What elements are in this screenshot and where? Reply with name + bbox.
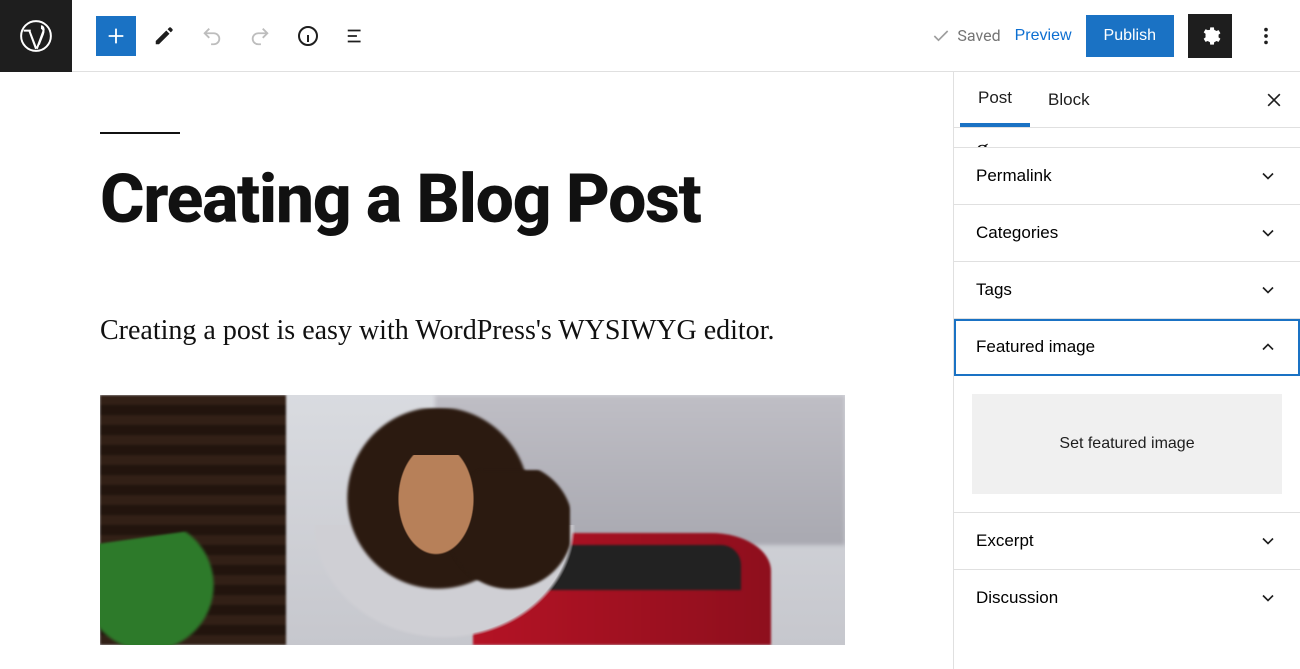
redo-button[interactable] xyxy=(240,16,280,56)
sidebar-tabs: Post Block xyxy=(954,72,1300,128)
panel-discussion-label: Discussion xyxy=(976,588,1058,608)
publish-button[interactable]: Publish xyxy=(1086,15,1174,57)
post-paragraph[interactable]: Creating a post is easy with WordPress's… xyxy=(100,315,850,347)
image-placeholder-face xyxy=(391,455,481,565)
image-placeholder-plant xyxy=(100,526,248,646)
panel-excerpt[interactable]: Excerpt xyxy=(954,513,1300,570)
toolbar-right: Saved Preview Publish xyxy=(931,14,1300,58)
close-icon xyxy=(1264,90,1284,110)
panel-permalink[interactable]: Permalink xyxy=(954,148,1300,205)
check-icon xyxy=(931,26,951,46)
settings-button[interactable] xyxy=(1188,14,1232,58)
settings-sidebar: Post Block g Permalink Categories Tags xyxy=(953,72,1300,669)
set-featured-image-button[interactable]: Set featured image xyxy=(972,394,1282,494)
panel-discussion[interactable]: Discussion xyxy=(954,570,1300,626)
chevron-down-icon xyxy=(1258,166,1278,186)
add-block-button[interactable] xyxy=(96,16,136,56)
saved-text: Saved xyxy=(957,26,1000,45)
outline-button[interactable] xyxy=(336,16,376,56)
undo-button[interactable] xyxy=(192,16,232,56)
scrolled-panel-edge: g xyxy=(954,128,1300,148)
gear-icon xyxy=(1199,25,1221,47)
chevron-down-icon xyxy=(1258,531,1278,551)
title-rule xyxy=(100,132,180,134)
editor-topbar: Saved Preview Publish xyxy=(0,0,1300,72)
post-image-block[interactable] xyxy=(100,395,845,645)
toolbar-left xyxy=(72,16,376,56)
info-button[interactable] xyxy=(288,16,328,56)
panel-featured-image[interactable]: Featured image xyxy=(954,319,1300,376)
featured-image-body: Set featured image xyxy=(954,376,1300,513)
kebab-icon xyxy=(1255,25,1277,47)
editor-layout: Creating a Blog Post Creating a post is … xyxy=(0,72,1300,669)
edit-mode-button[interactable] xyxy=(144,16,184,56)
tab-block[interactable]: Block xyxy=(1030,72,1108,127)
chevron-down-icon xyxy=(1258,223,1278,243)
chevron-up-icon xyxy=(1258,337,1278,357)
tab-post[interactable]: Post xyxy=(960,72,1030,127)
post-title[interactable]: Creating a Blog Post xyxy=(100,164,953,235)
close-sidebar-button[interactable] xyxy=(1254,80,1294,120)
panel-featured-image-label: Featured image xyxy=(976,337,1095,357)
wordpress-logo[interactable] xyxy=(0,0,72,72)
panel-categories-label: Categories xyxy=(976,223,1058,243)
panel-tags[interactable]: Tags xyxy=(954,262,1300,319)
chevron-down-icon xyxy=(1258,280,1278,300)
more-options-button[interactable] xyxy=(1246,16,1286,56)
panel-excerpt-label: Excerpt xyxy=(976,531,1034,551)
editor-canvas[interactable]: Creating a Blog Post Creating a post is … xyxy=(0,72,953,669)
panel-permalink-label: Permalink xyxy=(976,166,1052,186)
panel-categories[interactable]: Categories xyxy=(954,205,1300,262)
panel-tags-label: Tags xyxy=(976,280,1012,300)
chevron-down-icon xyxy=(1258,588,1278,608)
preview-button[interactable]: Preview xyxy=(1015,27,1072,45)
saved-indicator: Saved xyxy=(931,26,1000,46)
